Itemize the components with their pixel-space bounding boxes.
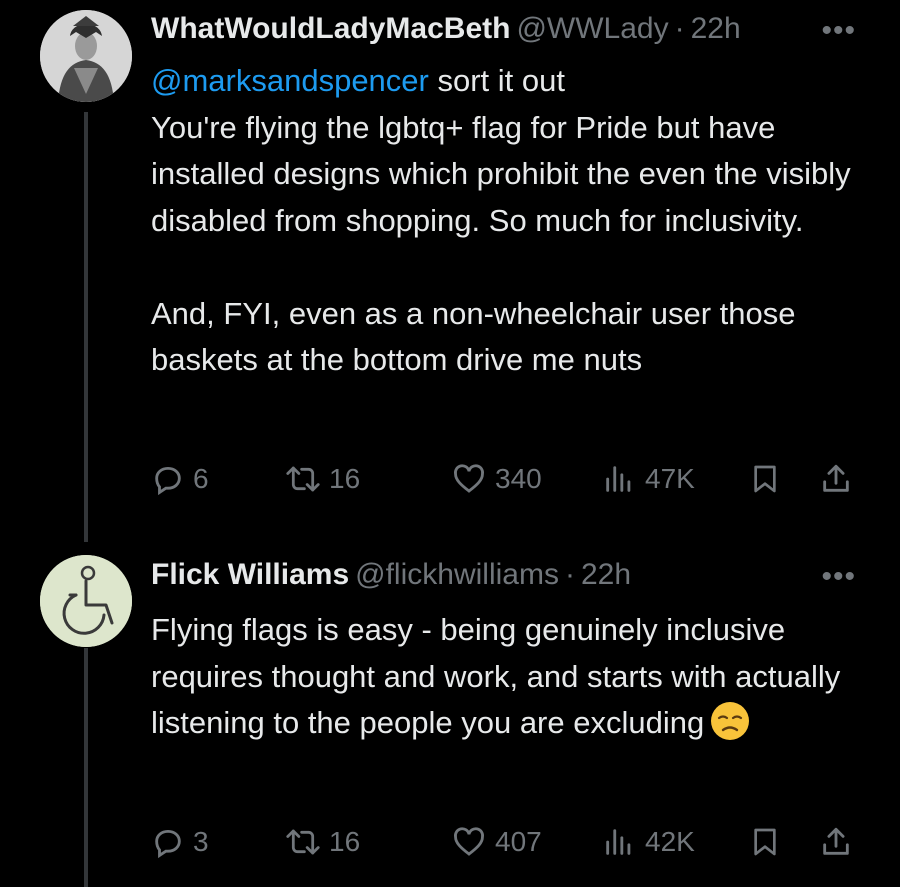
- bookmark-icon: [754, 828, 776, 856]
- thread-line-bottom: [84, 648, 88, 887]
- tweet-actions: 6 16 340 47K: [151, 462, 860, 502]
- heart-icon: [454, 827, 484, 856]
- tweet-paragraph: You're flying the lgbtq+ flag for Pride …: [151, 109, 851, 238]
- share-button[interactable]: [819, 825, 853, 859]
- tweet-header: WhatWouldLadyMacBeth @WWLady · 22h: [151, 12, 741, 46]
- mention-link[interactable]: @marksandspencer: [151, 63, 429, 98]
- views-count: 42K: [645, 826, 695, 857]
- like-button[interactable]: 340: [451, 462, 542, 496]
- reply-button[interactable]: 6: [151, 462, 209, 496]
- timestamp[interactable]: 22h: [691, 12, 741, 46]
- wheelchair-avatar-icon: [40, 555, 132, 647]
- repost-count: 16: [329, 826, 361, 857]
- more-options-button[interactable]: •••: [821, 560, 856, 594]
- avatar-portrait-icon: [40, 10, 132, 102]
- heart-icon: [454, 464, 484, 493]
- tweet-actions: 3 16 407 42K: [151, 825, 860, 865]
- views-icon: [606, 466, 631, 492]
- repost-button[interactable]: 16: [285, 825, 360, 859]
- bookmark-button[interactable]: [749, 462, 781, 496]
- repost-count: 16: [329, 463, 361, 494]
- repost-icon: [286, 466, 320, 492]
- tweet-text: @marksandspencer sort it out You're flyi…: [151, 58, 871, 384]
- repost-icon: [286, 829, 320, 855]
- tweet-text: Flying flags is easy - being genuinely i…: [151, 607, 871, 747]
- share-icon: [823, 827, 849, 855]
- views-icon: [606, 829, 631, 855]
- share-icon: [823, 464, 849, 492]
- display-name[interactable]: WhatWouldLadyMacBeth: [151, 12, 510, 46]
- separator-dot: ·: [564, 558, 575, 591]
- display-name[interactable]: Flick Williams: [151, 558, 349, 592]
- tweet-paragraph: And, FYI, even as a non-wheelchair user …: [151, 295, 796, 378]
- views-count: 47K: [645, 463, 695, 494]
- reply-icon: [155, 466, 181, 496]
- thread-line-top: [84, 112, 88, 542]
- user-handle[interactable]: @WWLady: [516, 12, 668, 46]
- avatar[interactable]: [40, 555, 132, 647]
- disappointed-face-emoji-icon: [711, 702, 750, 740]
- tweet-header: Flick Williams @flickhwilliams · 22h: [151, 558, 631, 592]
- views-button[interactable]: 47K: [601, 462, 695, 496]
- avatar[interactable]: [40, 10, 132, 102]
- share-button[interactable]: [819, 462, 853, 496]
- reply-icon: [155, 829, 181, 859]
- like-count: 407: [495, 826, 542, 857]
- reply-button[interactable]: 3: [151, 825, 209, 859]
- bookmark-icon: [754, 465, 776, 493]
- reply-count: 3: [193, 826, 209, 857]
- user-handle[interactable]: @flickhwilliams: [355, 558, 559, 592]
- bookmark-button[interactable]: [749, 825, 781, 859]
- tweet-text-line: sort it out: [428, 63, 565, 98]
- timestamp[interactable]: 22h: [581, 558, 631, 592]
- views-button[interactable]: 42K: [601, 825, 695, 859]
- separator-dot: ·: [674, 12, 685, 45]
- reply-count: 6: [193, 463, 209, 494]
- like-count: 340: [495, 463, 542, 494]
- repost-button[interactable]: 16: [285, 462, 360, 496]
- more-options-button[interactable]: •••: [821, 14, 856, 48]
- like-button[interactable]: 407: [451, 825, 542, 859]
